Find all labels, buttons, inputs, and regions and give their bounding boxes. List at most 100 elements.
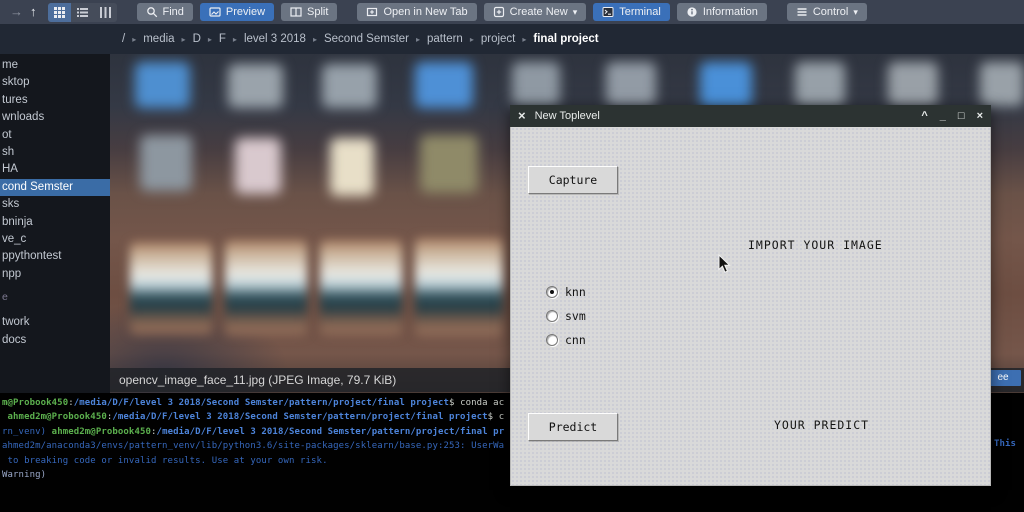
predict-result-label: YOUR PREDICT: [774, 418, 870, 432]
find-button[interactable]: Find: [136, 3, 193, 21]
classifier-radio-group: knn svm cnn: [546, 284, 586, 347]
file-thumbnail[interactable]: [795, 62, 845, 106]
control-label: Control: [812, 6, 849, 18]
file-thumbnail[interactable]: [980, 62, 1024, 106]
sidebar-item[interactable]: ppythontest: [0, 248, 110, 265]
radio-svm[interactable]: svm: [546, 309, 586, 323]
breadcrumb-item[interactable]: F: [219, 33, 226, 45]
terminal-line: m@Probook450:/media/D/F/level 3 2018/Sec…: [2, 398, 505, 408]
file-thumbnail[interactable]: [700, 62, 752, 108]
split-view-icon: [290, 7, 302, 17]
sidebar-item[interactable]: HA: [0, 161, 110, 178]
sidebar-item[interactable]: sktop: [0, 74, 110, 91]
file-thumbnail[interactable]: [512, 62, 560, 106]
breadcrumb-separator-icon: ▸: [232, 34, 237, 44]
breadcrumb-separator-icon: ▸: [207, 34, 212, 44]
file-thumbnail[interactable]: [415, 62, 473, 108]
terminal-output: m@Probook450:/media/D/F/level 3 2018/Sec…: [2, 396, 511, 482]
sidebar-item[interactable]: ot: [0, 127, 110, 144]
file-thumbnail[interactable]: [420, 135, 478, 193]
sidebar-item[interactable]: twork: [0, 314, 110, 331]
breadcrumb-item[interactable]: Second Semster: [324, 33, 409, 45]
dialog-title: New Toplevel: [534, 110, 600, 122]
file-thumbnail[interactable]: [330, 138, 374, 196]
forward-arrow-icon[interactable]: →: [10, 0, 23, 24]
sidebar-item[interactable]: sks: [0, 196, 110, 213]
file-thumbnail[interactable]: [415, 238, 503, 336]
split-button[interactable]: Split: [281, 3, 338, 21]
terminal-output-fragment: This: [994, 439, 1017, 449]
breadcrumb-separator-icon: ▸: [132, 34, 137, 44]
file-thumbnail[interactable]: [228, 64, 283, 108]
dialog-titlebar[interactable]: × New Toplevel ^ _ □ ×: [510, 105, 991, 127]
close-icon[interactable]: ×: [977, 105, 983, 127]
file-thumbnail[interactable]: [320, 240, 402, 335]
create-new-label: Create New: [509, 6, 568, 18]
information-button[interactable]: Information: [676, 3, 767, 21]
up-arrow-icon[interactable]: ↑: [30, 0, 37, 24]
create-new-button[interactable]: Create New ▾: [483, 3, 587, 21]
import-image-label: IMPORT YOUR IMAGE: [748, 238, 883, 252]
breadcrumb-separator-icon: ▸: [181, 34, 186, 44]
open-in-new-tab-button[interactable]: Open in New Tab: [357, 3, 477, 21]
sidebar-item[interactable]: cond Semster: [0, 178, 110, 197]
grid-icon: [53, 6, 65, 18]
file-thumbnail[interactable]: [322, 64, 377, 108]
sidebar-item[interactable]: sh: [0, 144, 110, 161]
sidebar-item[interactable]: me: [0, 57, 110, 74]
predict-button[interactable]: Predict: [528, 413, 618, 441]
file-thumbnail[interactable]: [130, 242, 212, 334]
file-thumbnail[interactable]: [140, 135, 192, 191]
breadcrumb-item[interactable]: project: [481, 33, 516, 45]
info-icon: [687, 7, 697, 17]
breadcrumb-item[interactable]: final project: [533, 33, 598, 45]
columns-icon: [99, 6, 111, 18]
search-icon: [146, 7, 157, 18]
breadcrumb-item[interactable]: media: [143, 33, 174, 45]
breadcrumb-item[interactable]: level 3 2018: [244, 33, 306, 45]
control-button[interactable]: Control ▾: [786, 3, 867, 21]
plus-icon: [493, 6, 504, 18]
screen: → ↑ Find Preview Split Open in New Tab C…: [0, 0, 1024, 512]
terminal-label: Terminal: [619, 6, 661, 18]
radio-knn[interactable]: knn: [546, 284, 586, 299]
sidebar-item[interactable]: e: [0, 289, 110, 306]
details-view-button[interactable]: [71, 3, 94, 22]
terminal-line: ahmed2m/anaconda3/envs/pattern_venv/lib/…: [2, 441, 505, 452]
radio-label: knn: [565, 284, 586, 299]
file-thumbnail[interactable]: [235, 138, 281, 194]
sidebar-item[interactable]: tures: [0, 92, 110, 109]
radio-circle-icon[interactable]: [546, 309, 558, 322]
breadcrumb-item[interactable]: /: [122, 33, 125, 45]
preview-button[interactable]: Preview: [199, 3, 275, 21]
radio-label: cnn: [565, 332, 586, 347]
icons-view-button[interactable]: [47, 2, 71, 22]
capture-button[interactable]: Capture: [528, 166, 618, 194]
sidebar-item[interactable]: ve_c: [0, 231, 110, 248]
preview-label: Preview: [225, 6, 266, 18]
compact-view-button[interactable]: [94, 3, 117, 22]
maximize-icon[interactable]: □: [958, 105, 965, 127]
radio-circle-icon[interactable]: [546, 285, 558, 298]
sidebar-item[interactable]: npp: [0, 266, 110, 283]
file-thumbnail[interactable]: [225, 240, 307, 335]
chevron-down-icon: ▾: [572, 7, 578, 17]
file-thumbnail[interactable]: [135, 62, 190, 108]
tk-dialog: × New Toplevel ^ _ □ × Capture IMPORT YO…: [510, 105, 991, 487]
new-tab-icon: [367, 7, 378, 17]
breadcrumb-item[interactable]: pattern: [427, 33, 463, 45]
minimize-icon[interactable]: _: [940, 105, 946, 127]
mouse-cursor: [718, 254, 731, 273]
terminal-line: rn_venv) ahmed2m@Probook450:/media/D/F/l…: [2, 426, 505, 437]
breadcrumb-item[interactable]: D: [193, 33, 201, 45]
shade-window-icon[interactable]: ^: [921, 105, 927, 127]
file-thumbnail[interactable]: [888, 62, 938, 106]
sidebar-item[interactable]: wnloads: [0, 109, 110, 126]
sidebar-item[interactable]: docs: [0, 332, 110, 349]
radio-cnn[interactable]: cnn: [546, 332, 586, 347]
sidebar-item[interactable]: bninja: [0, 214, 110, 231]
file-thumbnail[interactable]: [606, 62, 656, 106]
terminal-line: ahmed2m@Probook450:/media/D/F/level 3 20…: [2, 412, 505, 423]
radio-circle-icon[interactable]: [546, 333, 558, 346]
terminal-button[interactable]: Terminal: [593, 3, 670, 21]
